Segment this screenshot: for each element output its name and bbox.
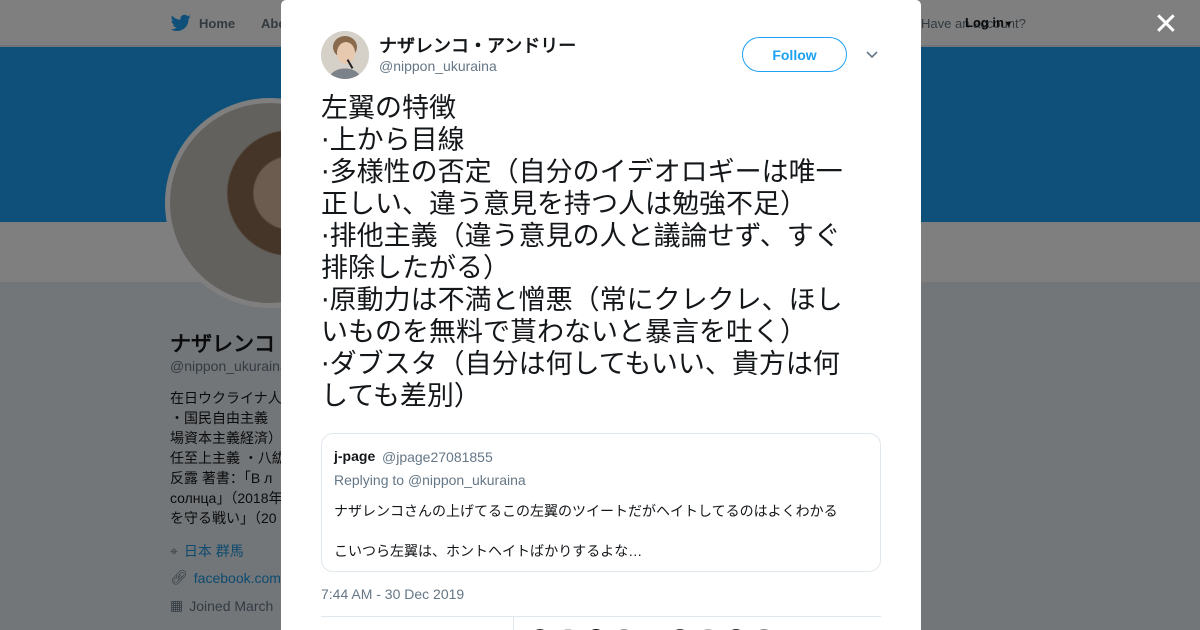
tweet-line: いものを無料で貰わないと暴言を吐く） xyxy=(321,317,807,348)
author-handle[interactable]: @nippon_ukuraina xyxy=(379,58,497,74)
tweet-text: 左翼の特徴 ·上から目線 ·多様性の否定（自分のイデオロギーは唯一 正しい、違う… xyxy=(321,93,881,413)
quoted-author-name: j-page xyxy=(334,448,376,464)
tweet-line: 正しい、違う意見を持つ人は勉強不足） xyxy=(321,189,807,220)
person-photo-icon xyxy=(321,31,369,79)
stats-divider xyxy=(513,617,514,630)
replying-to-handle: @nippon_ukuraina xyxy=(407,472,526,488)
tweet-stats-row xyxy=(321,616,881,630)
chevron-down-icon[interactable] xyxy=(864,46,880,62)
replying-to-prefix: Replying to xyxy=(334,472,405,488)
tweet-modal: ナザレンコ・アンドリー @nippon_ukuraina Follow 左翼の特… xyxy=(281,0,921,630)
author-name[interactable]: ナザレンコ・アンドリー xyxy=(379,32,576,58)
close-modal-button[interactable]: ✕ xyxy=(1151,10,1181,40)
tweet-line: ·多様性の否定（自分のイデオロギーは唯一 xyxy=(321,157,843,188)
tweet-line: ·原動力は不満と憎悪（常にクレクレ、ほし xyxy=(321,285,843,316)
tweet-timestamp[interactable]: 7:44 AM - 30 Dec 2019 xyxy=(321,586,464,602)
replying-to: Replying to @nippon_ukuraina xyxy=(334,472,526,488)
tweet-line: ·排他主義（違う意見の人と議論せず、すぐ xyxy=(321,221,841,252)
tweet-line: 排除したがる） xyxy=(321,253,510,284)
tweet-line: しても差別） xyxy=(321,381,481,412)
tweet-line: 左翼の特徴 xyxy=(321,93,456,124)
tweet-line: ·ダブスタ（自分は何してもいい、貴方は何 xyxy=(321,349,840,380)
quoted-author-handle: @jpage27081855 xyxy=(382,449,493,465)
quoted-text-line: ナザレンコさんの上げてるこの左翼のツイートだがヘイトしてるのはよくわかる xyxy=(334,503,838,519)
quoted-text-line: こいつら左翼は、ホントヘイトばかりするよな… xyxy=(334,543,643,559)
follow-button[interactable]: Follow xyxy=(742,37,847,72)
author-avatar[interactable] xyxy=(321,31,369,79)
tweet-line: ·上から目線 xyxy=(321,125,465,156)
quoted-tweet-card[interactable]: j-page @jpage27081855 Replying to @nippo… xyxy=(321,433,881,572)
